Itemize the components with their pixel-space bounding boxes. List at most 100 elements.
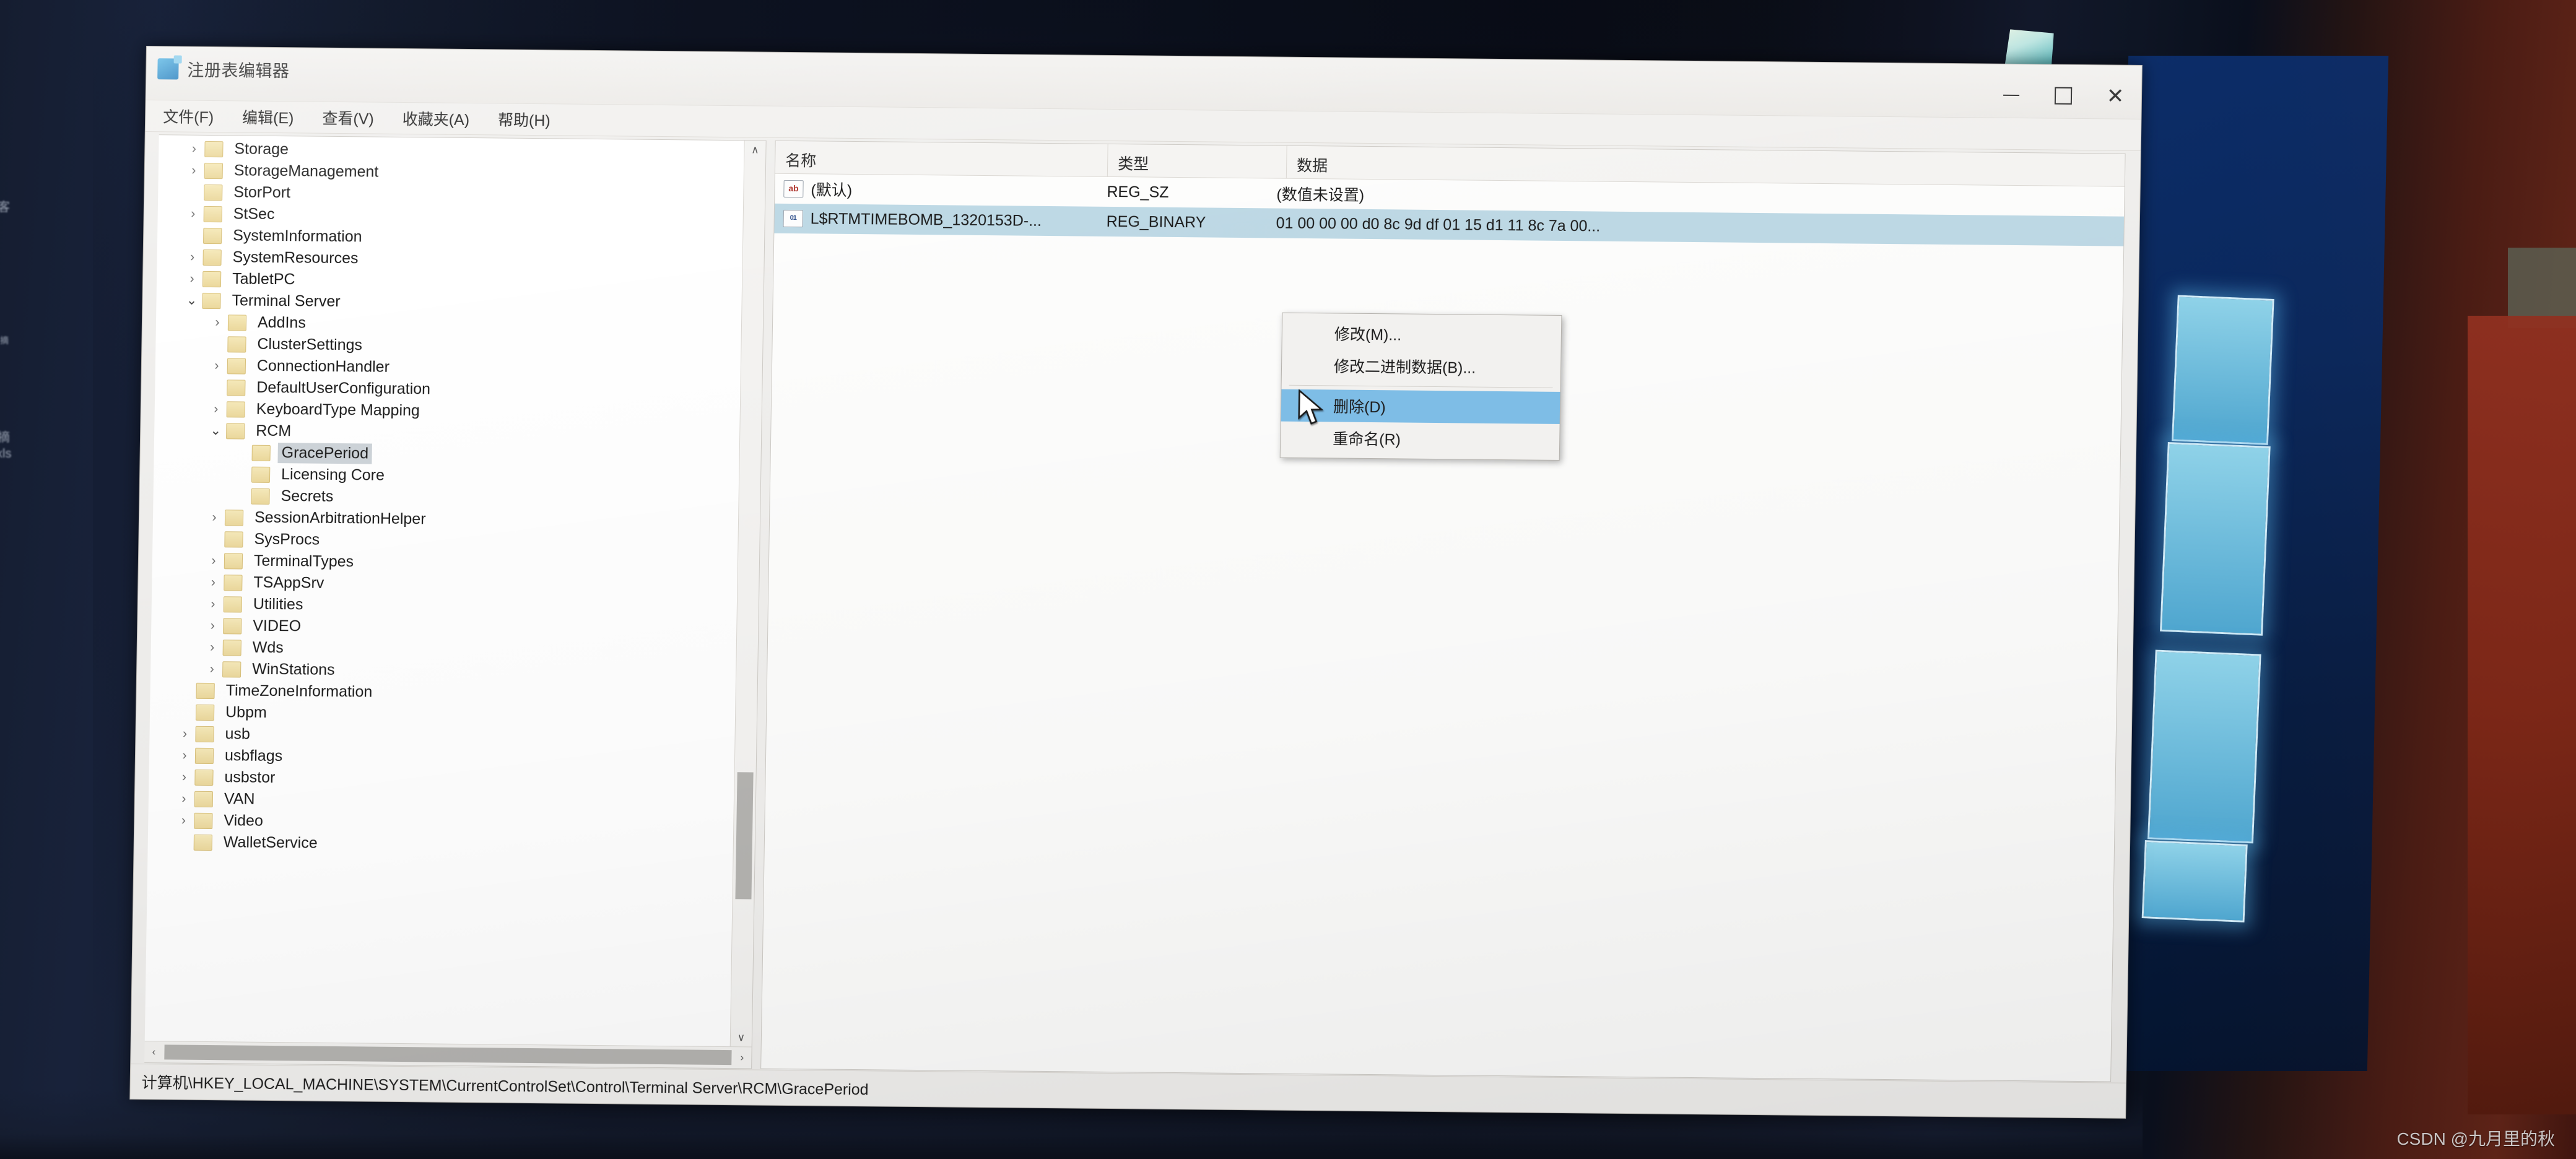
menu-file[interactable]: 文件(F) [158,102,219,130]
tree-item-label: TerminalTypes [253,552,354,571]
value-name-cell: ab (默认) [775,178,1097,203]
folder-icon [224,531,243,548]
folder-icon [227,357,246,375]
context-menu-modify[interactable]: 修改(M)... [1282,317,1562,352]
window-title: 注册表编辑器 [187,61,290,81]
desktop-icon-label: 摘 [0,431,10,445]
minimize-button[interactable] [1985,78,2038,113]
maximize-button[interactable] [2037,78,2090,113]
menu-favorites[interactable]: 收藏夹(A) [397,105,474,132]
menu-view[interactable]: 查看(V) [317,104,379,132]
chevron-right-icon[interactable]: › [202,618,223,633]
chevron-right-icon[interactable]: › [202,575,224,589]
desktop-icon-label: 摘 [0,336,9,345]
tree-item-label: VIDEO [253,617,302,635]
folder-icon [194,769,214,786]
tree-item-label: SessionArbitrationHelper [254,508,426,528]
tree-item-label: Storage [234,140,289,158]
chevron-right-icon[interactable]: › [183,141,204,156]
folder-icon [224,509,244,526]
menu-edit[interactable]: 编辑(E) [237,103,299,131]
tree-item-label: usb [225,725,251,743]
chevron-right-icon[interactable]: › [174,726,195,741]
chevron-right-icon[interactable]: › [174,748,195,763]
tree-item-label: usbstor [224,768,276,787]
chevron-right-icon[interactable]: › [173,770,194,784]
tree-item-label: ClusterSettings [257,335,363,354]
desktop-icon-label: 客 [0,201,10,214]
scroll-right-arrow-icon[interactable]: › [733,1051,751,1064]
column-header-type[interactable]: 类型 [1107,144,1287,178]
tree-item-label: SystemInformation [232,227,362,246]
folder-icon [223,596,243,613]
registry-tree-pane: › Storage › StorageManagement StorPort › StSec… [144,134,767,1069]
values-list: ab (默认) REG_SZ (数值未设置) 01 L$RTMTIMEBOMB_13201… [774,174,2125,246]
value-data: 01 00 00 00 d0 8c 9d df 01 15 d1 11 8c 7… [1276,214,1601,235]
tree-item-label: Ubpm [225,703,268,721]
menu-help[interactable]: 帮助(H) [493,105,555,133]
chevron-right-icon[interactable]: › [173,791,194,806]
folder-icon [204,184,223,201]
horizontal-scroll-thumb[interactable] [164,1044,732,1066]
tree-item-label: SystemResources [232,248,359,267]
folder-icon [194,812,213,829]
chevron-right-icon[interactable]: › [181,271,202,286]
chevron-right-icon[interactable]: › [202,640,223,654]
folder-icon [224,574,243,591]
registry-editor-window: 注册表编辑器 ✕ 文件(F) 编辑(E) 查看(V) 收藏夹(A) 帮助(H) … [129,46,2143,1119]
chevron-right-icon[interactable]: › [206,358,227,373]
context-menu-modify-binary[interactable]: 修改二进制数据(B)... [1282,349,1561,384]
chevron-right-icon[interactable]: › [207,315,228,329]
folder-icon [227,336,246,353]
watermark: CSDN @九月里的秋 [2396,1129,2555,1148]
chevron-right-icon[interactable]: › [203,553,224,568]
chevron-right-icon[interactable]: › [181,250,202,264]
close-button[interactable]: ✕ [2089,79,2142,114]
value-name: L$RTMTIMEBOMB_1320153D-... [810,209,1042,230]
folder-icon [227,314,247,331]
tree-item-label: WalletService [223,833,318,852]
chevron-down-icon[interactable]: ⌄ [181,293,202,308]
chevron-right-icon[interactable]: › [183,163,204,178]
tree-item-label: Licensing Core [281,466,385,484]
chevron-right-icon[interactable]: › [173,813,194,828]
scroll-down-arrow-icon[interactable]: ∨ [731,1028,752,1047]
tree-item-label: Secrets [281,487,334,505]
chevron-right-icon[interactable]: › [206,401,227,416]
tree-item-label: Terminal Server [232,292,341,311]
folder-icon [195,704,215,721]
value-data: (数值未设置) [1276,186,1365,204]
chevron-down-icon[interactable]: ⌄ [205,423,226,438]
folder-icon [194,791,214,807]
folder-icon [194,747,214,764]
registry-editor-icon [157,58,179,80]
folder-icon [222,639,242,656]
column-header-name[interactable]: 名称 [775,141,1108,176]
window-body: › Storage › StorageManagement StorPort › StSec… [131,131,2141,1082]
chevron-right-icon[interactable]: › [204,510,225,524]
tree-item-label: RCM [256,422,292,440]
scroll-up-arrow-icon[interactable]: ∧ [744,141,765,159]
folder-icon [202,271,222,287]
folder-icon [202,292,221,309]
scroll-left-arrow-icon[interactable]: ‹ [144,1046,163,1058]
folder-icon [193,834,213,851]
value-name: (默认) [811,181,853,199]
chevron-right-icon[interactable]: › [202,596,224,611]
tree-item-label: WinStations [251,660,335,679]
tree-item-label: ConnectionHandler [256,357,390,376]
chevron-right-icon[interactable]: › [183,206,204,221]
vertical-scroll-thumb[interactable] [735,772,754,900]
tree-item-label: DefaultUserConfiguration [256,378,431,398]
folder-icon [226,422,245,440]
tree-item-label: AddIns [257,313,307,332]
registry-path: 计算机\HKEY_LOCAL_MACHINE\SYSTEM\CurrentCon… [141,1074,869,1099]
folder-icon [222,661,242,678]
tree-item-label: usbflags [224,747,283,765]
chevron-right-icon[interactable]: › [201,661,222,676]
title-bar-left: 注册表编辑器 [157,56,290,82]
folder-icon [202,249,222,266]
folder-icon [203,206,222,222]
tree-item-label: GracePeriod [277,443,373,464]
folder-icon [226,401,245,418]
